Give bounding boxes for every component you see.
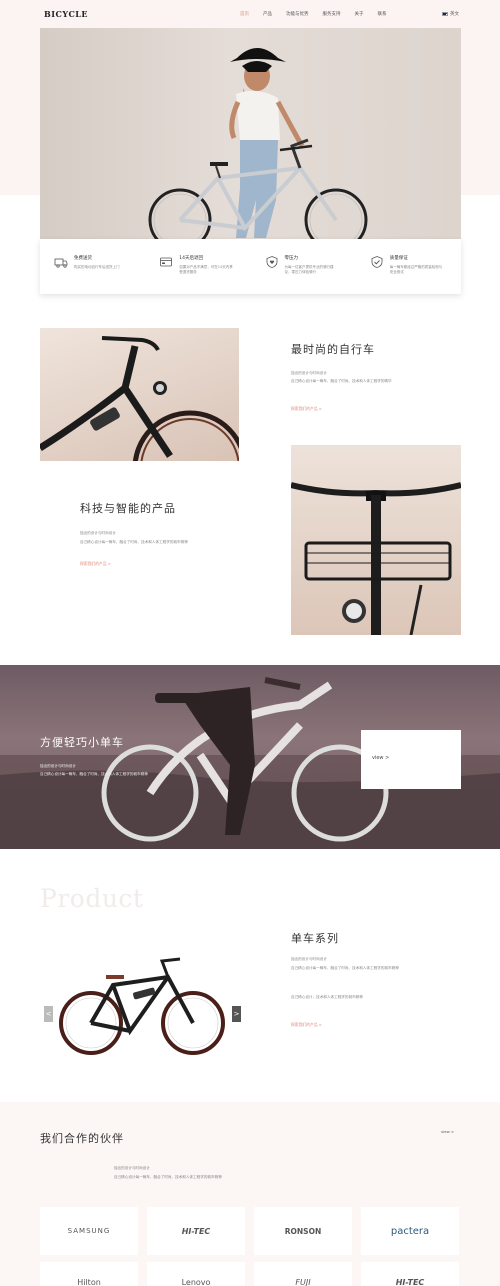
bike-basket-image [291, 445, 461, 635]
language-label: 英文 [450, 12, 459, 17]
fashion-title: 最时尚的自行车 [291, 343, 375, 356]
product-text-2: 自己精心设计每一辆车，融合了时尚、技术和人体工程学的城市精神 [291, 966, 399, 970]
partners-text-2: 自己精心设计每一辆车，融合了时尚、技术和人体工程学的城市精神 [114, 1175, 222, 1179]
fashion-text-2: 自己精心设计每一辆车，融合了时尚、技术和人体工程学的精华 [291, 379, 392, 383]
tech-explore-link[interactable]: 探索我们的产品 > [80, 561, 111, 567]
woman-with-bicycle-illustration [148, 48, 368, 239]
partner-name: pactera [390, 1225, 430, 1237]
bike-front-image [40, 328, 239, 461]
banner-view-label: view > [372, 755, 390, 761]
partners-text-1: 独出的设计与时尚设计 [114, 1166, 150, 1170]
shield-check-icon [371, 256, 383, 268]
feature-free-delivery: 免费送货 购买的电动自行车后送货上门 [40, 239, 145, 294]
truck-icon [54, 258, 68, 268]
tech-title: 科技与智能的产品 [80, 502, 176, 515]
nav-features[interactable]: 功能与优势 [286, 11, 309, 17]
feature-title: 14天后退回 [179, 256, 203, 261]
banner-text-1: 独出的设计与时尚设计 [40, 764, 76, 768]
bike-front-photo [40, 336, 239, 461]
partner-logo-samsung[interactable]: SAMSUNG [40, 1207, 138, 1255]
us-flag-icon [442, 12, 448, 16]
product-next-arrow[interactable]: > [232, 1006, 241, 1022]
banner-title: 方便轻巧小单车 [40, 736, 124, 749]
nav-home[interactable]: 首页 [240, 11, 249, 17]
feature-zero-pressure: 零压力 为每一位客户提供专业的骑行建议，零压力体验骑行 [251, 239, 356, 294]
fashion-explore-link[interactable]: 探索我们的产品 > [291, 406, 322, 412]
product-watermark: Product [40, 884, 144, 913]
nav-products[interactable]: 产品 [263, 11, 272, 17]
product-explore-link[interactable]: 探索我们的产品 > [291, 1022, 322, 1028]
product-text-1: 独出的设计与时尚设计 [291, 957, 327, 961]
language-switch[interactable]: 英文 [442, 11, 459, 17]
partner-logo-hitec-2[interactable]: HI-TEC [361, 1262, 459, 1286]
partner-name: Lenovo [181, 1278, 211, 1286]
partners-view-link[interactable]: view > [441, 1129, 454, 1134]
partner-name: HI-TEC [181, 1226, 211, 1236]
feature-desc: 每一辆车都经过严格的质量检测与安全测试 [389, 265, 443, 274]
wallet-icon [160, 257, 173, 267]
partner-name: FUJI [295, 1278, 311, 1286]
feature-desc: 如果对产品不满意，可在14天内享受退货服务 [179, 265, 233, 274]
main-nav: 首页 产品 功能与优势 服务支持 关于 联系 [240, 11, 387, 17]
site-header: BICYCLE 首页 产品 功能与优势 服务支持 关于 联系 英文 [0, 0, 500, 28]
hero-image [40, 28, 461, 239]
feature-desc: 为每一位客户提供专业的骑行建议，零压力体验骑行 [284, 265, 334, 274]
partner-name: HI-TEC [395, 1278, 425, 1286]
nav-contact[interactable]: 联系 [378, 11, 387, 17]
fashion-text-1: 独出的设计与时尚设计 [291, 371, 327, 375]
feature-quality: 质量保证 每一辆车都经过严格的质量检测与安全测试 [356, 239, 461, 294]
partner-logo-lenovo[interactable]: Lenovo [147, 1262, 245, 1286]
feature-title: 零压力 [284, 256, 299, 261]
feature-14-day-return: 14天后退回 如果对产品不满意，可在14天内享受退货服务 [145, 239, 250, 294]
product-bike-image [59, 957, 225, 1055]
feature-title: 质量保证 [389, 256, 408, 261]
banner-text-2: 自己精心设计每一辆车，融合了时尚、技术和人体工程学的城市精神 [40, 772, 148, 776]
product-prev-arrow[interactable]: < [44, 1006, 53, 1022]
partner-name: RONSON [284, 1226, 322, 1236]
nav-service[interactable]: 服务支持 [323, 11, 341, 17]
product-text-3: 自己精心设计，技术和人体工程学的城市精神 [291, 995, 363, 999]
tech-text-2: 自己精心设计每一辆车，融合了时尚、技术和人体工程学的城市精神 [80, 540, 188, 544]
partner-name: SAMSUNG [67, 1227, 111, 1235]
partner-logo-hitec[interactable]: HI-TEC [147, 1207, 245, 1255]
partner-logo-pactera[interactable]: pactera [361, 1207, 459, 1255]
feature-title: 免费送货 [74, 256, 92, 261]
product-title: 单车系列 [291, 932, 339, 945]
partner-logo-ronson[interactable]: RONSON [254, 1207, 352, 1255]
banner-view-button[interactable]: view > [361, 730, 461, 789]
partner-name: Hilton [77, 1278, 101, 1286]
site-logo[interactable]: BICYCLE [44, 9, 88, 19]
tech-text-1: 独出的设计与时尚设计 [80, 531, 116, 535]
nav-about[interactable]: 关于 [355, 11, 364, 17]
shield-heart-icon [266, 256, 277, 268]
partner-logo-hilton[interactable]: Hilton [40, 1262, 138, 1286]
bike-basket-photo [291, 482, 461, 635]
feature-desc: 购买的电动自行车后送货上门 [74, 265, 120, 269]
features-bar: 免费送货 购买的电动自行车后送货上门 14天后退回 如果对产品不满意，可在14天… [40, 239, 461, 294]
partner-logo-fuji[interactable]: FUJI [254, 1262, 352, 1286]
partners-title: 我们合作的伙伴 [40, 1132, 124, 1145]
